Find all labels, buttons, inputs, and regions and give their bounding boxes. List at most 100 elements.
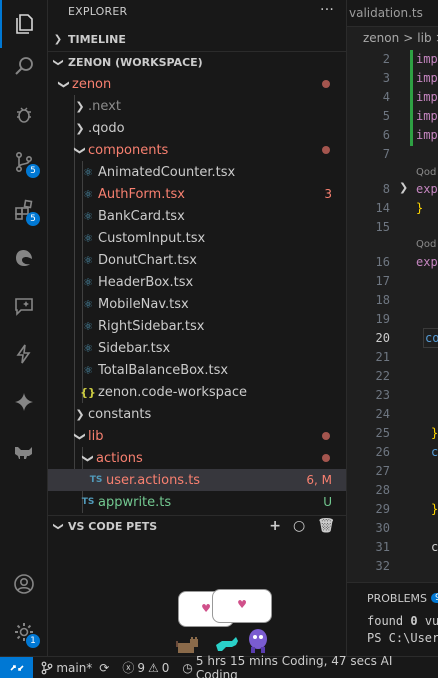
pets-section[interactable]: ❯ VS CODE PETS + ○ 🗑 — [48, 515, 347, 537]
line-number: 19 — [375, 312, 390, 326]
blob-pet-icon[interactable] — [246, 627, 270, 655]
codelens[interactable]: Qod — [416, 167, 436, 178]
terminal-output[interactable]: found 0 vu PS C:\User — [347, 613, 438, 647]
edge-devtools-icon[interactable] — [0, 234, 48, 282]
code-line: c — [431, 445, 438, 459]
tree-file[interactable]: ⚛ RightSidebar.tsx — [48, 315, 346, 337]
problems-status[interactable]: ⓧ 9 ⚠ 0 — [114, 659, 174, 676]
codelens[interactable]: Qod — [416, 239, 436, 250]
react-icon: ⚛ — [83, 297, 93, 311]
tree-folder-components[interactable]: ❯ components — [48, 139, 346, 161]
tree-file[interactable]: ⚛ MobileNav.tsx — [48, 293, 346, 315]
tree-file-user-actions[interactable]: TS user.actions.ts 6, M — [48, 469, 346, 491]
code-line: imp — [416, 52, 438, 66]
scm-badge: 5 — [26, 164, 40, 178]
file-label: HeaderBox.tsx — [98, 274, 194, 290]
file-label: MobileNav.tsx — [98, 296, 189, 312]
problems-badge: 9 — [431, 593, 438, 603]
dog-pet-icon[interactable] — [214, 637, 240, 653]
tree-file[interactable]: ⚛ HeaderBox.tsx — [48, 271, 346, 293]
cat-pet-icon[interactable] — [176, 637, 200, 655]
heart-icon: ♥ — [237, 598, 247, 611]
file-label: CustomInput.tsx — [98, 230, 206, 246]
line-number: 7 — [382, 147, 390, 161]
line-number: 5 — [382, 109, 390, 123]
chevron-down-icon: ❯ — [73, 145, 87, 155]
wakatime-status[interactable]: ◷ 5 hrs 15 mins Coding, 47 secs AI Codin… — [174, 654, 438, 678]
tab-problems[interactable]: PROBLEMS — [367, 592, 427, 605]
line-number: 23 — [375, 388, 390, 402]
fold-chevron-icon[interactable]: ❯ — [399, 181, 408, 194]
branch-status[interactable]: main* ⟳ — [33, 661, 114, 675]
folder-label: constants — [88, 406, 152, 422]
debug-icon[interactable] — [0, 90, 48, 138]
source-control-icon[interactable]: 5 — [0, 138, 48, 186]
file-label: user.actions.ts — [106, 472, 201, 488]
file-label: Sidebar.tsx — [98, 340, 171, 356]
folder-label: .next — [88, 98, 121, 114]
sparkle-icon[interactable] — [0, 378, 48, 426]
editor-area: validation.ts zenon > lib > 2 imp 3 imp … — [347, 0, 438, 656]
line-number: 3 — [382, 71, 390, 85]
tree-file[interactable]: ⚛ DonutChart.tsx — [48, 249, 346, 271]
sync-icon[interactable]: ⟳ — [99, 661, 109, 675]
chevron-right-icon: ❯ — [75, 99, 85, 113]
tree-folder-constants[interactable]: ❯ constants — [48, 403, 346, 425]
chevron-right-icon: ❯ — [53, 33, 63, 45]
tree-file[interactable]: ⚛ CustomInput.tsx — [48, 227, 346, 249]
tree-folder-qodo[interactable]: ❯ .qodo — [48, 117, 346, 139]
line-number: 17 — [375, 274, 390, 288]
line-number: 2 — [382, 52, 390, 66]
pets-toolbar: + ○ 🗑 — [269, 518, 335, 534]
tree-file[interactable]: ⚛ Sidebar.tsx — [48, 337, 346, 359]
manage-badge: 1 — [26, 634, 40, 648]
tree-file[interactable]: ⚛ AnimatedCounter.tsx — [48, 161, 346, 183]
add-pet-icon[interactable]: + — [269, 518, 281, 534]
account-icon[interactable] — [0, 560, 48, 608]
panel-tabs: PROBLEMS 9 — [347, 583, 438, 613]
explorer-icon[interactable] — [0, 0, 48, 48]
line-number: 16 — [375, 255, 390, 269]
tree-folder-lib[interactable]: ❯ lib — [48, 425, 346, 447]
pets-title: VS CODE PETS — [68, 520, 158, 533]
error-icon: ⓧ — [122, 661, 135, 675]
typescript-icon: TS — [81, 497, 95, 507]
tree-file[interactable]: ⚛ TotalBalanceBox.tsx — [48, 359, 346, 381]
lightning-icon[interactable] — [0, 330, 48, 378]
react-icon: ⚛ — [83, 275, 93, 289]
react-icon: ⚛ — [83, 187, 93, 201]
timeline-section[interactable]: ❯ TIMELINE — [48, 28, 346, 50]
code-line: imp — [416, 90, 438, 104]
copilot-chat-icon[interactable] — [0, 282, 48, 330]
file-label: DonutChart.tsx — [98, 252, 197, 268]
more-actions-icon[interactable]: ··· — [320, 2, 334, 18]
line-number: 28 — [375, 483, 390, 497]
line-number: 25 — [375, 426, 390, 440]
workspace-label: ZENON (WORKSPACE) — [68, 56, 203, 69]
file-tree: ❯ zenon ❯ .next ❯ .qodo ❯ components ⚛ An… — [48, 73, 346, 513]
extensions-icon[interactable]: 5 — [0, 186, 48, 234]
tree-folder-actions[interactable]: ❯ actions — [48, 447, 346, 469]
workspace-section[interactable]: ❯ ZENON (WORKSPACE) — [48, 51, 346, 73]
tree-folder-zenon[interactable]: ❯ zenon — [48, 73, 346, 95]
search-icon[interactable] — [0, 42, 48, 90]
react-icon: ⚛ — [83, 319, 93, 333]
remove-pet-icon[interactable]: 🗑 — [317, 518, 335, 534]
tree-file-appwrite[interactable]: TS appwrite.ts U — [48, 491, 346, 513]
explorer-sidebar: EXPLORER ··· ❯ TIMELINE ❯ ZENON (WORKSPA… — [48, 0, 347, 656]
throw-ball-icon[interactable]: ○ — [293, 518, 305, 534]
manage-gear-icon[interactable]: 1 — [0, 608, 48, 656]
code-line: } — [431, 426, 438, 440]
code-line: imp — [416, 71, 438, 85]
line-number: 30 — [375, 521, 390, 535]
file-label: BankCard.tsx — [98, 208, 185, 224]
line-number: 6 — [382, 128, 390, 142]
pets-icon[interactable] — [0, 426, 48, 474]
tree-file-workspace[interactable]: {} zenon.code-workspace — [48, 381, 346, 403]
tree-file[interactable]: ⚛ BankCard.tsx — [48, 205, 346, 227]
line-number: 27 — [375, 464, 390, 478]
react-icon: ⚛ — [83, 209, 93, 223]
tree-folder-next[interactable]: ❯ .next — [48, 95, 346, 117]
tree-file[interactable]: ⚛ AuthForm.tsx 3 — [48, 183, 346, 205]
remote-indicator[interactable] — [0, 656, 34, 678]
